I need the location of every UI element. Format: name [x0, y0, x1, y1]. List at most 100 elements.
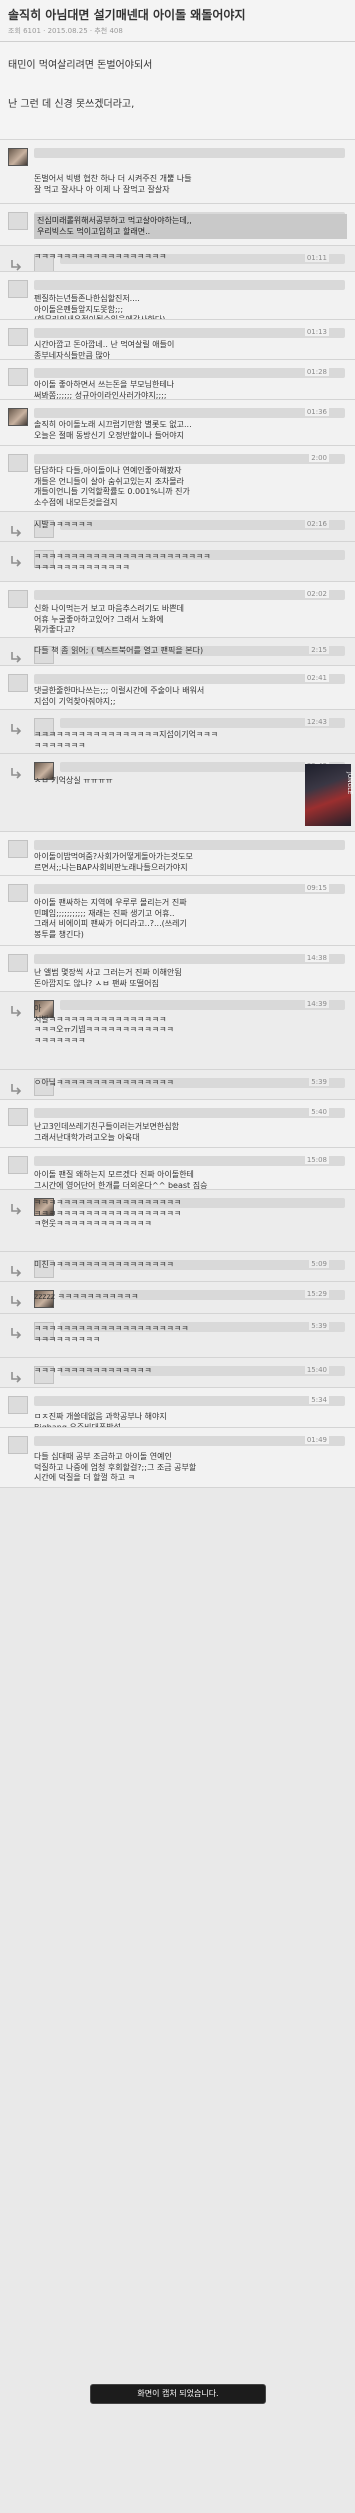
reply-arrow-icon: [10, 1262, 22, 1277]
post-line: 난 그런 데 신경 못쓰겠더라고,: [8, 99, 135, 110]
comment[interactable]: 돈벌어서 빅뱅 협찬 하나 더 시켜주진 개뿔 나들 잘 먹고 잘사나 아 이제…: [0, 140, 355, 204]
comment[interactable]: 5:40 난고3인데쓰레기친구들이러는거보면한심함 그래서난대학가려고오늘 아육대: [0, 1100, 355, 1148]
comment-text: 아 시발ㅋㅋㅋㅋㅋㅋㅋㅋㅋㅋㅋㅋㅋㅋㅋㅋ ㅋㅋㅋ오ㅠ기넵ㅋㅋㅋㅋㅋㅋㅋㅋㅋㅋㅋㅋ…: [34, 1004, 174, 1045]
comment[interactable]: 01:28 아이돌 좋아하면서 쓰는돈을 부모님한테나 써봐쫌;;;;;; 성규아…: [0, 360, 355, 400]
capture-toast: 화면이 캡처 되었습니다.: [90, 2384, 266, 2404]
comment-text: ㅋㅋㅋㅋㅋㅋㅋㅋㅋㅋㅋㅋㅋㅋㅋㅋ: [34, 1366, 152, 1375]
reply-comment[interactable]: 5:39 ㅇ아닠ㅋㅋㅋㅋㅋㅋㅋㅋㅋㅋㅋㅋㅋㅋㅋㅋ: [0, 1070, 355, 1100]
reply-comment[interactable]: 14:39 아 시발ㅋㅋㅋㅋㅋㅋㅋㅋㅋㅋㅋㅋㅋㅋㅋㅋ ㅋㅋㅋ오ㅠ기넵ㅋㅋㅋㅋㅋㅋㅋ…: [0, 992, 355, 1070]
comment-time: 12:43: [304, 718, 329, 726]
comment-text: 미친ㅋㅋㅋㅋㅋㅋㅋㅋㅋㅋㅋㅋㅋㅋㅋㅋㅋ: [34, 1260, 174, 1269]
comment-time: 09:15: [304, 884, 329, 892]
comment-time: 5:40: [309, 1108, 329, 1116]
comment-text: ㅋㅋㅋㅋㅋㅋㅋㅋㅋㅋㅋㅋㅋㅋㅋㅋㅋㅋㅋㅋㅋ ㅋㅋㅋㅋㅋㅋㅋㅋㅋ: [34, 1324, 189, 1344]
reply-comment[interactable]: ㅋㅋㅋㅋㅋㅋㅋㅋㅋㅋㅋㅋㅋㅋㅋㅋㅋㅋㅋㅋㅋㅋㅋㅋ ㅋㅋㅋㅋㅋㅋㅋㅋㅋㅋㅋㅋㅋ: [0, 542, 355, 582]
reply-comment[interactable]: 2:15 다들 책 좀 읽어; ( 텍스트북어를 열고 팬픽을 본다): [0, 638, 355, 666]
reply-comment[interactable]: 32:43ㅅㅂ 기억상실 ㅠㅠㅠㅠJUNGLE: [0, 754, 355, 832]
comment-text: ㅅㅂ 기억상실 ㅠㅠㅠㅠ: [34, 776, 113, 785]
reply-arrow-icon: [10, 1080, 22, 1095]
comment-time: 14:38: [304, 954, 329, 962]
reply-comment[interactable]: 5:39 ㅋㅋㅋㅋㅋㅋㅋㅋㅋㅋㅋㅋㅋㅋㅋㅋㅋㅋㅋㅋㅋ ㅋㅋㅋㅋㅋㅋㅋㅋㅋ: [0, 1314, 355, 1358]
reply-comment[interactable]: 15:29 zzzzz ㅋㅋㅋㅋㅋㅋㅋㅋㅋㅋㅋ: [0, 1282, 355, 1314]
reply-comment[interactable]: 01:11 ㅋㅋㅋㅋㅋㅋㅋㅋㅋㅋㅋㅋㅋㅋㅋㅋㅋㅋ: [0, 246, 355, 272]
avatar[interactable]: [8, 590, 28, 608]
reply-comment[interactable]: 15:40 ㅋㅋㅋㅋㅋㅋㅋㅋㅋㅋㅋㅋㅋㅋㅋㅋ: [0, 1358, 355, 1388]
comment-time: 02:02: [304, 590, 329, 598]
reply-comment[interactable]: 12:43 ㅋㅋㅋㅋㅋㅋㅋㅋㅋㅋㅋㅋㅋㅋㅋㅋㅋ지섭이기억ㅋㅋㅋ ㅋㅋㅋㅋㅋㅋㅋ: [0, 710, 355, 754]
comment[interactable]: 진심미래롤위해서공부하고 먹고살아야하는데,, 우리빅스도 먹이고입히고 할래면…: [0, 204, 355, 246]
avatar[interactable]: [8, 674, 28, 692]
censored-username: [34, 368, 345, 378]
comment-text: 시발ㅋㅋㅋㅋㅋㅋ: [34, 520, 93, 529]
comment[interactable]: 14:38 난 앨범 몇장씩 사고 그러는거 진짜 이해안됨 돈아깝지도 않나? …: [0, 946, 355, 992]
censored-username: [34, 454, 345, 464]
censored-username: [34, 148, 345, 158]
comment[interactable]: 01:49 다들 십대때 공부 조금하고 아이돌 연예인 덕질하고 나중에 엄청 …: [0, 1428, 355, 1488]
censored-username: [34, 954, 345, 964]
censored-username: [34, 884, 345, 894]
censored-username: [34, 328, 345, 338]
comment[interactable]: 5:34 ㅁㅈ진짜 개쓸데없음 과학공부나 해야지 Bigbang 우주비대폭발설: [0, 1388, 355, 1428]
avatar[interactable]: [8, 1108, 28, 1126]
comment-text: 난고3인데쓰레기친구들이러는거보면한심함 그래서난대학가려고오늘 아육대: [34, 1122, 179, 1142]
comment[interactable]: 펜질하는년들존나한심할진저.... 아이돌은펜들앞지도못함;;; (한무리의새우…: [0, 272, 355, 320]
censored-username: [34, 674, 345, 684]
comment-text: ㅋㅋㅋㅋㅋㅋㅋㅋㅋㅋㅋㅋㅋㅋㅋㅋㅋ지섭이기억ㅋㅋㅋ ㅋㅋㅋㅋㅋㅋㅋ: [34, 730, 218, 750]
avatar[interactable]: [8, 454, 28, 472]
comment-text: 다들 책 좀 읽어; ( 텍스트북어를 열고 팬픽을 본다): [34, 646, 204, 655]
avatar[interactable]: [8, 840, 28, 858]
comment[interactable]: 02:02 신화 나이먹는거 보고 마음추스려기도 바쁜데 어휴 누굴좋아하고있어…: [0, 582, 355, 638]
avatar[interactable]: [8, 328, 28, 346]
reply-arrow-icon: [10, 764, 22, 779]
avatar[interactable]: [8, 408, 28, 426]
avatar[interactable]: [8, 212, 28, 230]
comment-text: 신화 나이먹는거 보고 마음추스려기도 바쁜데 어휴 누굴좋아하고있어? 그래서…: [34, 604, 185, 634]
avatar[interactable]: [8, 280, 28, 298]
avatar[interactable]: [8, 954, 28, 972]
comment-text: 아이돌이밥먹여줌?사회가어떻게돌아가는것도모 르면서;;나는BAP사회비판노래나…: [34, 852, 193, 872]
avatar[interactable]: [8, 368, 28, 386]
comment-time: 15:08: [304, 1156, 329, 1164]
reply-arrow-icon: [10, 1368, 22, 1383]
avatar[interactable]: [8, 1436, 28, 1454]
avatar[interactable]: [8, 884, 28, 902]
avatar[interactable]: [8, 1396, 28, 1414]
post-body: 태민이 먹여살리려면 돈벌어야되서 난 그런 데 신경 못쓰겠더라고,: [0, 42, 355, 140]
comment-time: 01:28: [304, 368, 329, 376]
reply-comment[interactable]: 02:16 시발ㅋㅋㅋㅋㅋㅋ: [0, 512, 355, 542]
comment-text: 펜질하는년들존나한심할진저.... 아이돌은펜들앞지도못함;;; (한무리의새우…: [34, 294, 166, 320]
image-watermark: JUNGLE: [346, 772, 353, 795]
comment-text: 아이돌 좋아하면서 쓰는돈을 부모님한테나 써봐쫌;;;;;; 성규아이라인사러…: [34, 380, 175, 400]
comment-time: 01:13: [304, 328, 329, 336]
comment-time: 01:36: [304, 408, 329, 416]
comment-text: 시간아깝고 돈아깝네.. 난 먹여살릴 애들이 종부네자식들만큼 많아: [34, 340, 175, 360]
comment[interactable]: 01:36 솔직히 아이돌노래 시끄럽기만함 별롯도 없고... 오늘은 절매 동…: [0, 400, 355, 446]
comment-list: 돈벌어서 빅뱅 협찬 하나 더 시켜주진 개뿔 나들 잘 먹고 잘사나 아 이제…: [0, 140, 355, 1488]
comment[interactable]: 15:08 아이돌 팬질 왜하는지 모르겠다 진짜 아이돌한테 그시간에 영어단어…: [0, 1148, 355, 1190]
post-title: 솔직히 아님대면 설기매넨대 아이돌 왜돌어야지: [8, 8, 246, 22]
censored-username: [34, 840, 345, 850]
comment-text: ㅁㅈ진짜 개쓸데없음 과학공부나 해야지 Bigbang 우주비대폭발설: [34, 1412, 167, 1428]
comment[interactable]: 2:00 답답하다 다들,아이돌이나 연예인좋아해봤자 개들은 언니들이 살아 숨…: [0, 446, 355, 512]
avatar[interactable]: [8, 148, 28, 166]
reply-arrow-icon: [10, 256, 22, 271]
comment-text: 답답하다 다들,아이돌이나 연예인좋아해봤자 개들은 언니들이 살아 숨쉬고있는…: [34, 466, 190, 507]
comment[interactable]: 02:41 댓글한줄한마나쓰는;;; 이럴시간에 주술이나 배워서 지섭이 기억찾…: [0, 666, 355, 710]
comment[interactable]: 09:15 아이돌 팬싸하는 지역에 우루루 몰리는거 진짜 민폐임;;;;;;;…: [0, 876, 355, 946]
censored-username: [60, 718, 345, 728]
comment-text: ㅋㅋㅋㅋㅋㅋㅋㅋㅋㅋㅋㅋㅋㅋㅋㅋㅋㅋㅋㅋㅋㅋㅋㅋ ㅋㅋㅋㅋㅋㅋㅋㅋㅋㅋㅋㅋㅋ: [34, 552, 211, 572]
reply-arrow-icon: [10, 1324, 22, 1339]
comment-time: 5:34: [309, 1396, 329, 1404]
comment-time: 01:49: [304, 1436, 329, 1444]
reply-arrow-icon: [10, 648, 22, 663]
reply-comment[interactable]: 5:09 미친ㅋㅋㅋㅋㅋㅋㅋㅋㅋㅋㅋㅋㅋㅋㅋㅋㅋ: [0, 1252, 355, 1282]
reply-arrow-icon: [10, 552, 22, 567]
reply-comment[interactable]: ㅋㅋㅋㅋㅋㅋㅋㅋㅋㅋㅋㅋㅋㅋㅋㅋㅋㅋㅋㅋ ㅋㅋㅋㅋㅋㅋㅋㅋㅋㅋㅋㅋㅋㅋㅋㅋㅋㅋㅋ…: [0, 1190, 355, 1252]
censored-username: [34, 1436, 345, 1446]
comment[interactable]: 아이돌이밥먹여줌?사회가어떻게돌아가는것도모 르면서;;나는BAP사회비판노래나…: [0, 832, 355, 876]
reply-arrow-icon: [10, 1292, 22, 1307]
avatar[interactable]: [8, 1156, 28, 1174]
comment-text: 아이돌 팬질 왜하는지 모르겠다 진짜 아이돌한테 그시간에 영어단어 한개를 …: [34, 1170, 208, 1190]
comment-text: 솔직히 아이돌노래 시끄럽기만함 별롯도 없고... 오늘은 절매 동방신기 오…: [34, 420, 192, 440]
comment[interactable]: 01:13 시간아깝고 돈아깝네.. 난 먹여살릴 애들이 종부네자식들만큼 많아: [0, 320, 355, 360]
